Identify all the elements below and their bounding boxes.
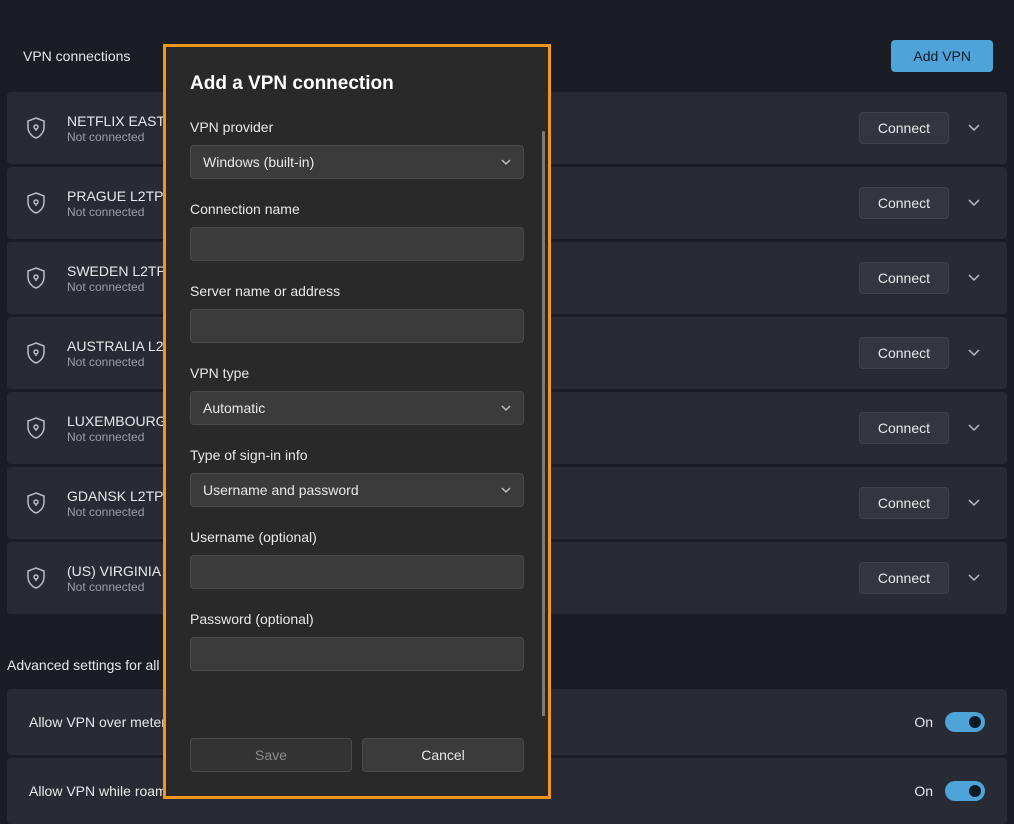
dialog-title: Add a VPN connection bbox=[190, 73, 524, 95]
connect-button[interactable]: Connect bbox=[859, 412, 949, 444]
expand-button[interactable] bbox=[959, 338, 989, 368]
chevron-down-icon bbox=[968, 124, 980, 132]
toggle-state: On bbox=[914, 714, 933, 730]
shield-icon bbox=[25, 417, 47, 439]
shield-icon bbox=[25, 342, 47, 364]
expand-button[interactable] bbox=[959, 488, 989, 518]
server-input[interactable] bbox=[190, 309, 524, 343]
signin-type-value: Username and password bbox=[203, 482, 359, 498]
save-button[interactable]: Save bbox=[190, 738, 352, 772]
connect-button[interactable]: Connect bbox=[859, 337, 949, 369]
expand-button[interactable] bbox=[959, 563, 989, 593]
expand-button[interactable] bbox=[959, 188, 989, 218]
connect-button[interactable]: Connect bbox=[859, 112, 949, 144]
vpn-provider-select[interactable]: Windows (built-in) bbox=[190, 145, 524, 179]
toggle-state: On bbox=[914, 783, 933, 799]
toggle-control: On bbox=[914, 712, 985, 732]
chevron-down-icon bbox=[968, 574, 980, 582]
username-label: Username (optional) bbox=[190, 529, 524, 545]
page-title: VPN connections bbox=[23, 48, 130, 64]
connect-button[interactable]: Connect bbox=[859, 562, 949, 594]
chevron-down-icon bbox=[501, 159, 511, 166]
dialog-body: Add a VPN connection VPN provider Window… bbox=[166, 47, 548, 716]
expand-button[interactable] bbox=[959, 263, 989, 293]
password-label: Password (optional) bbox=[190, 611, 524, 627]
shield-icon bbox=[25, 117, 47, 139]
chevron-down-icon bbox=[968, 199, 980, 207]
shield-icon bbox=[25, 192, 47, 214]
shield-icon bbox=[25, 567, 47, 589]
chevron-down-icon bbox=[501, 405, 511, 412]
signin-type-select[interactable]: Username and password bbox=[190, 473, 524, 507]
vpn-type-label: VPN type bbox=[190, 365, 524, 381]
shield-icon bbox=[25, 267, 47, 289]
vpn-type-select[interactable]: Automatic bbox=[190, 391, 524, 425]
vpn-provider-label: VPN provider bbox=[190, 119, 524, 135]
connect-button[interactable]: Connect bbox=[859, 487, 949, 519]
toggle-switch[interactable] bbox=[945, 781, 985, 801]
connection-name-label: Connection name bbox=[190, 201, 524, 217]
connect-button[interactable]: Connect bbox=[859, 262, 949, 294]
vpn-type-value: Automatic bbox=[203, 400, 265, 416]
chevron-down-icon bbox=[968, 499, 980, 507]
toggle-label: Allow VPN while roaming bbox=[29, 783, 185, 799]
password-input[interactable] bbox=[190, 637, 524, 671]
toggle-control: On bbox=[914, 781, 985, 801]
username-input[interactable] bbox=[190, 555, 524, 589]
signin-type-label: Type of sign-in info bbox=[190, 447, 524, 463]
expand-button[interactable] bbox=[959, 113, 989, 143]
vpn-provider-value: Windows (built-in) bbox=[203, 154, 314, 170]
connection-name-input[interactable] bbox=[190, 227, 524, 261]
chevron-down-icon bbox=[968, 349, 980, 357]
add-vpn-button[interactable]: Add VPN bbox=[891, 40, 993, 72]
chevron-down-icon bbox=[501, 487, 511, 494]
chevron-down-icon bbox=[968, 274, 980, 282]
connect-button[interactable]: Connect bbox=[859, 187, 949, 219]
scrollbar-thumb[interactable] bbox=[542, 131, 545, 716]
server-label: Server name or address bbox=[190, 283, 524, 299]
add-vpn-dialog: Add a VPN connection VPN provider Window… bbox=[163, 44, 551, 799]
toggle-switch[interactable] bbox=[945, 712, 985, 732]
shield-icon bbox=[25, 492, 47, 514]
chevron-down-icon bbox=[968, 424, 980, 432]
dialog-footer: Save Cancel bbox=[166, 716, 548, 796]
expand-button[interactable] bbox=[959, 413, 989, 443]
cancel-button[interactable]: Cancel bbox=[362, 738, 524, 772]
